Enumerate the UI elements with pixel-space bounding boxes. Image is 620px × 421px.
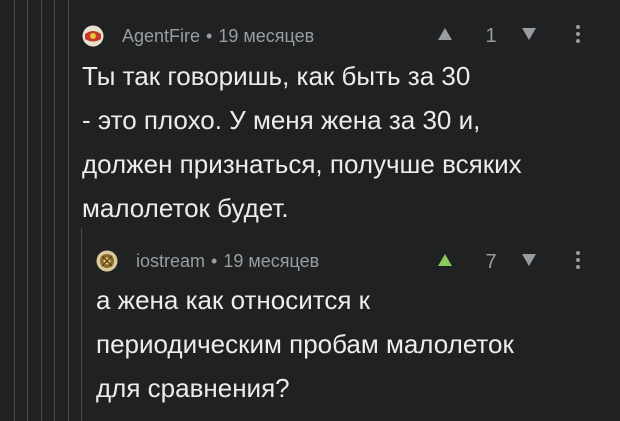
comment-header: iostream • 19 месяцев [96, 247, 319, 275]
username[interactable]: iostream [136, 251, 205, 272]
timestamp[interactable]: 19 месяцев [223, 251, 319, 272]
comment-score: 1 [485, 25, 497, 47]
comment-score: 7 [485, 251, 497, 273]
comment-meta: AgentFire • 19 месяцев [122, 26, 314, 47]
downvote-arrow-icon[interactable] [521, 253, 537, 272]
comment-header: AgentFire • 19 месяцев [82, 22, 314, 50]
comment-body: а жена как относится к периодическим про… [96, 285, 514, 403]
username[interactable]: AgentFire [122, 26, 200, 47]
more-options-icon[interactable] [575, 250, 581, 275]
avatar-icon[interactable] [82, 25, 104, 47]
vote-controls: 1 [437, 24, 581, 49]
comment-meta: iostream • 19 месяцев [136, 251, 319, 272]
upvote-arrow-icon[interactable] [437, 253, 453, 272]
more-options-icon[interactable] [575, 24, 581, 49]
upvote-arrow-icon[interactable] [437, 27, 453, 46]
thread-line [54, 0, 55, 421]
timestamp[interactable]: 19 месяцев [218, 26, 314, 47]
thread-line [27, 0, 28, 421]
vote-controls: 7 [437, 250, 581, 275]
meta-separator: • [211, 250, 218, 271]
avatar-icon[interactable] [96, 250, 118, 272]
thread-line [68, 0, 69, 421]
thread-line[interactable] [81, 228, 82, 421]
downvote-arrow-icon[interactable] [521, 27, 537, 46]
comment-body: Ты так говоришь, как быть за 30 - это пл… [82, 61, 522, 223]
thread-line [14, 0, 15, 421]
meta-separator: • [206, 25, 213, 46]
thread-line [41, 0, 42, 421]
